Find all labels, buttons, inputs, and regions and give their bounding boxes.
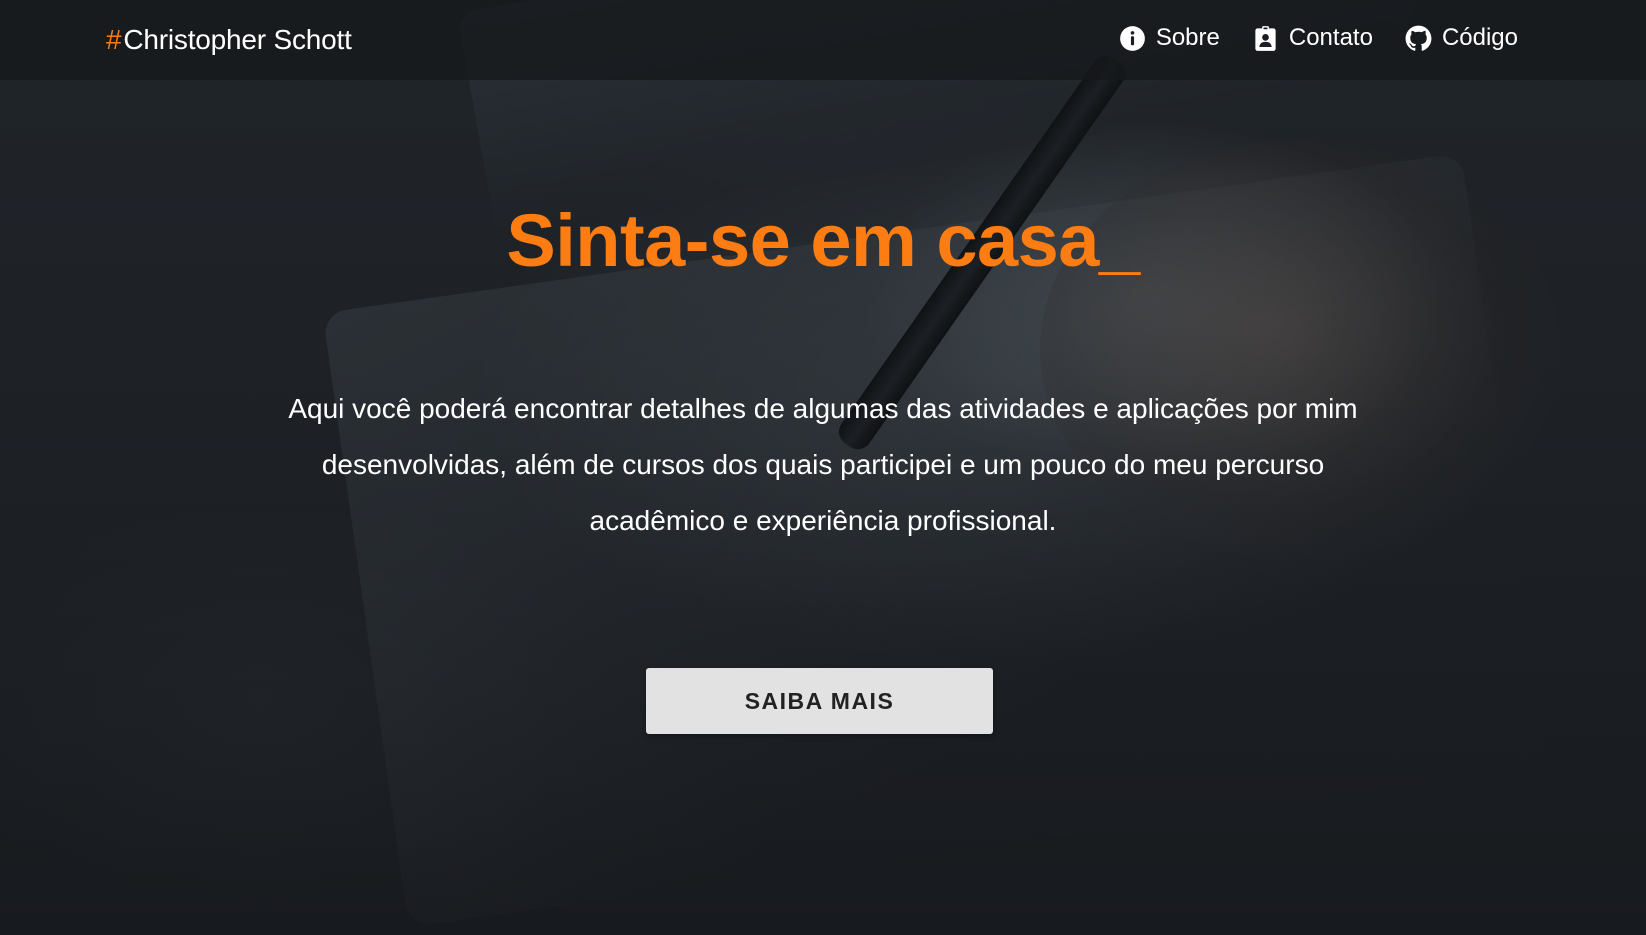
brand-link[interactable]: #Christopher Schott — [106, 24, 352, 56]
main-nav: Sobre Contato Código — [1119, 24, 1518, 52]
hero-description: Aqui você poderá encontrar detalhes de a… — [288, 393, 1358, 536]
brand-hash: # — [106, 24, 122, 55]
navbar: #Christopher Schott Sobre Contato Código — [0, 0, 1646, 80]
hero-title: Sinta-se em casa_ — [506, 199, 1140, 282]
nav-item-label: Sobre — [1155, 24, 1220, 51]
github-icon — [1405, 25, 1432, 52]
saiba-mais-button[interactable]: SAIBA MAIS — [646, 668, 993, 734]
nav-item-contato[interactable]: Contato — [1252, 24, 1373, 52]
contact-badge-icon — [1252, 25, 1279, 52]
hero-section: Sinta-se em casa_ Aqui você poderá encon… — [0, 0, 1646, 935]
page: #Christopher Schott Sobre Contato Código… — [0, 0, 1646, 935]
nav-item-label: Contato — [1288, 24, 1373, 51]
nav-item-codigo[interactable]: Código — [1405, 24, 1518, 52]
info-circle-icon — [1119, 25, 1146, 52]
nav-item-label: Código — [1441, 24, 1518, 51]
nav-item-sobre[interactable]: Sobre — [1119, 24, 1220, 52]
brand-name: Christopher Schott — [123, 24, 352, 55]
